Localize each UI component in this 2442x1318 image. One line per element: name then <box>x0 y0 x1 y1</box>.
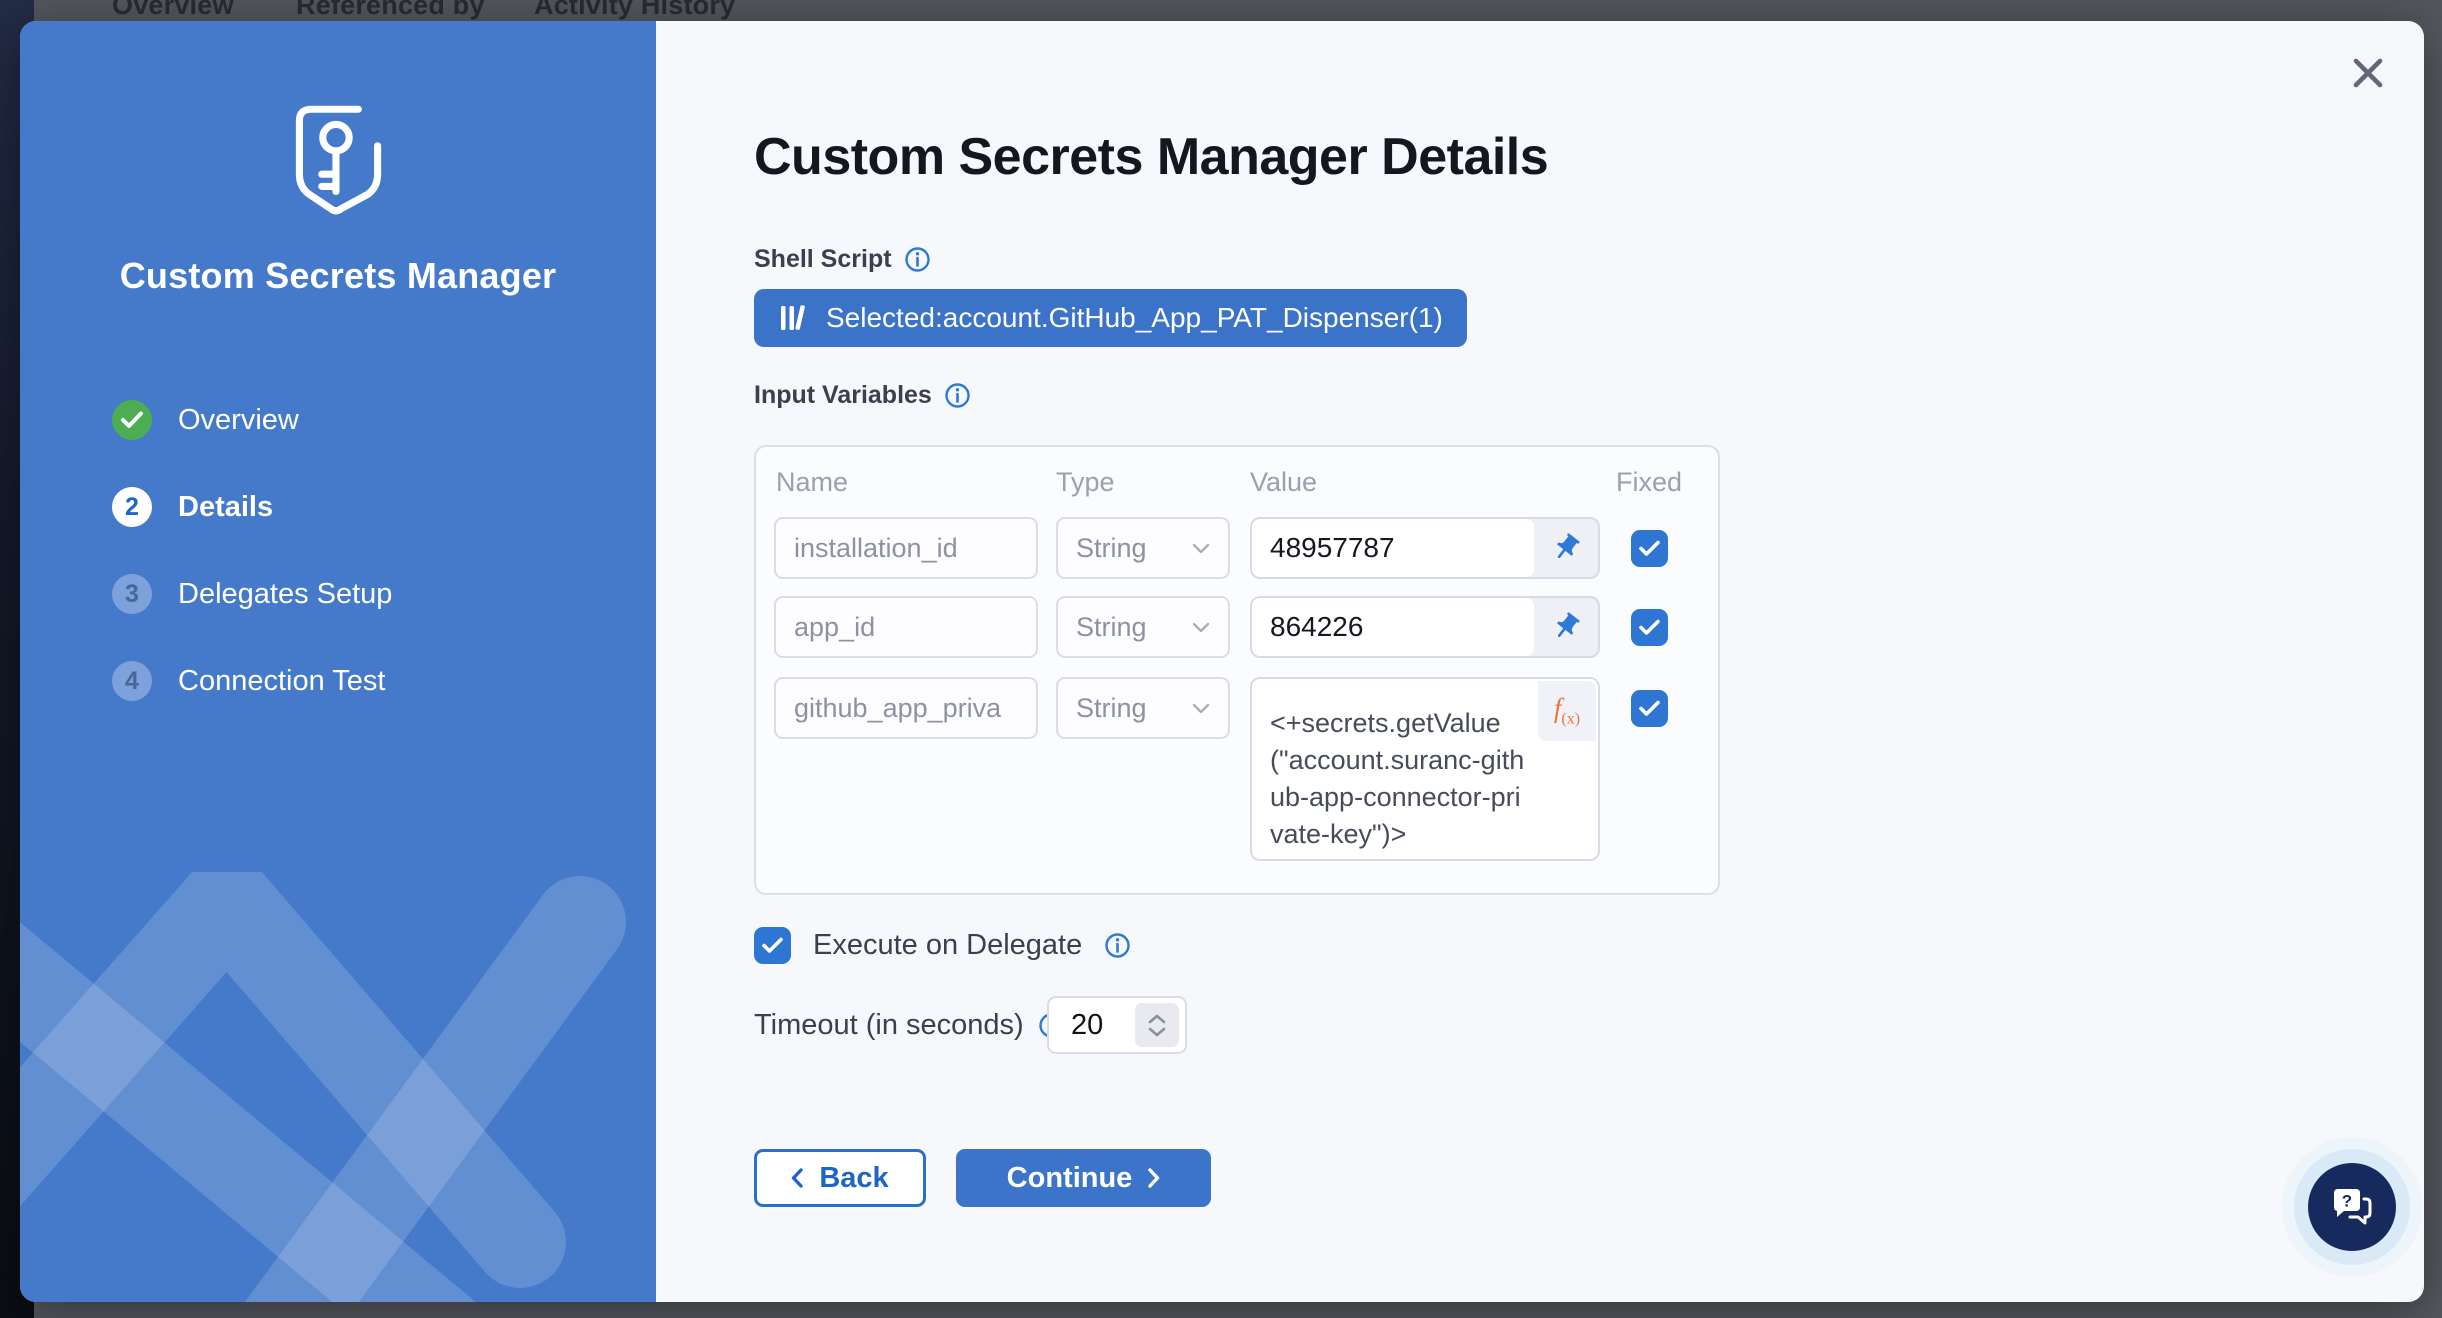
timeout-input[interactable]: 20 <box>1047 996 1187 1054</box>
info-icon <box>944 382 971 409</box>
help-chat-button[interactable]: ? <box>2308 1163 2396 1251</box>
input-variables-info-button[interactable] <box>944 382 971 409</box>
type-select-value: String <box>1076 612 1147 643</box>
background-tabstrip: Overview Referenced by Activity History <box>34 0 2442 21</box>
table-row: app_id <box>774 596 1038 658</box>
column-header-value: Value <box>1250 467 1317 498</box>
table-row: <+secrets.getValue("account.suranc-githu… <box>1250 677 1600 861</box>
checkmark-icon <box>1639 619 1660 636</box>
column-header-type: Type <box>1056 467 1115 498</box>
variable-name-input[interactable]: app_id <box>774 596 1038 658</box>
table-row <box>1606 596 1692 658</box>
wizard-steps: Overview 2 Details 3 Delegates Setup 4 C… <box>112 400 392 748</box>
shell-script-info-button[interactable] <box>904 246 931 273</box>
wizard-title: Custom Secrets Manager <box>20 255 656 297</box>
execute-on-delegate-label: Execute on Delegate <box>813 929 1082 962</box>
column-header-name: Name <box>776 467 848 498</box>
value-type-toggle[interactable] <box>1534 598 1598 656</box>
step-done-check-icon <box>112 400 152 440</box>
step-number: 4 <box>112 661 152 701</box>
table-row: 864226 <box>1250 596 1600 658</box>
checkmark-icon <box>762 937 783 954</box>
step-number: 2 <box>112 487 152 527</box>
timeout-label: Timeout (in seconds) <box>754 1009 1024 1042</box>
step-overview[interactable]: Overview <box>112 400 392 440</box>
close-button[interactable] <box>2342 47 2394 99</box>
type-select-value: String <box>1076 693 1147 724</box>
input-variables-table: Name Type Value Fixed installation_id St… <box>754 445 1720 895</box>
execute-on-delegate-checkbox[interactable] <box>754 927 791 964</box>
page-background: Overview Referenced by Activity History <box>0 0 2442 1318</box>
expression-fx-button[interactable]: f(x) <box>1538 681 1596 741</box>
continue-button-label: Continue <box>1007 1162 1133 1195</box>
chat-question-icon: ? <box>2328 1185 2376 1229</box>
table-row: 48957787 <box>1250 517 1600 579</box>
page-title: Custom Secrets Manager Details <box>754 127 1548 187</box>
chevron-right-icon <box>1148 1168 1160 1188</box>
fixed-checkbox[interactable] <box>1631 609 1668 646</box>
chevron-down-icon <box>1192 622 1210 633</box>
chevron-down-icon <box>1192 703 1210 714</box>
chevron-up-icon <box>1148 1014 1166 1024</box>
tab-overview[interactable]: Overview <box>112 0 234 21</box>
timeout-value: 20 <box>1049 1009 1135 1042</box>
execute-on-delegate-info-button[interactable] <box>1104 932 1131 959</box>
table-row <box>1606 517 1692 579</box>
pushpin-icon <box>1550 611 1582 643</box>
selected-shell-script-chip[interactable]: Selected:account.GitHub_App_PAT_Dispense… <box>754 289 1467 347</box>
table-row: String <box>1056 517 1230 579</box>
variable-type-select[interactable]: String <box>1056 517 1230 579</box>
variable-type-select[interactable]: String <box>1056 677 1230 739</box>
template-library-icon <box>778 303 808 333</box>
step-label: Delegates Setup <box>178 578 392 611</box>
fixed-checkbox[interactable] <box>1631 690 1668 727</box>
custom-secrets-manager-modal: Custom Secrets Manager Overview 2 Detail… <box>20 21 2424 1302</box>
svg-text:?: ? <box>2342 1192 2352 1211</box>
variable-value-input[interactable]: 48957787 <box>1252 519 1534 577</box>
back-button-label: Back <box>819 1162 888 1195</box>
variable-value-input[interactable]: 864226 <box>1252 598 1534 656</box>
table-row <box>1606 677 1692 739</box>
info-icon <box>904 246 931 273</box>
fx-icon: f(x) <box>1554 693 1580 728</box>
table-row: String <box>1056 596 1230 658</box>
harness-logo-watermark <box>20 872 656 1302</box>
variable-name-input[interactable]: github_app_priva <box>774 677 1038 739</box>
back-button[interactable]: Back <box>754 1149 926 1207</box>
close-icon <box>2351 56 2385 90</box>
table-row: installation_id <box>774 517 1038 579</box>
step-number: 3 <box>112 574 152 614</box>
step-details[interactable]: 2 Details <box>112 487 392 527</box>
chevron-left-icon <box>791 1168 803 1188</box>
input-variables-label: Input Variables <box>754 381 932 410</box>
variable-type-select[interactable]: String <box>1056 596 1230 658</box>
checkmark-icon <box>1639 700 1660 717</box>
selected-shell-script-text: Selected:account.GitHub_App_PAT_Dispense… <box>826 302 1443 334</box>
chevron-down-icon <box>1192 543 1210 554</box>
shell-script-label: Shell Script <box>754 245 892 274</box>
pushpin-icon <box>1550 532 1582 564</box>
table-row: github_app_priva <box>774 677 1038 739</box>
info-icon <box>1104 932 1131 959</box>
shield-key-icon <box>276 93 400 225</box>
value-type-toggle[interactable] <box>1534 519 1598 577</box>
step-delegates-setup[interactable]: 3 Delegates Setup <box>112 574 392 614</box>
table-row: String <box>1056 677 1230 739</box>
step-label: Overview <box>178 404 299 437</box>
column-header-fixed: Fixed <box>1606 467 1692 498</box>
step-label: Connection Test <box>178 665 385 698</box>
step-connection-test[interactable]: 4 Connection Test <box>112 661 392 701</box>
tab-activity-history[interactable]: Activity History <box>534 0 735 21</box>
continue-button[interactable]: Continue <box>956 1149 1211 1207</box>
type-select-value: String <box>1076 533 1147 564</box>
fixed-checkbox[interactable] <box>1631 530 1668 567</box>
wizard-sidebar: Custom Secrets Manager Overview 2 Detail… <box>20 21 656 1302</box>
tab-referenced-by[interactable]: Referenced by <box>296 0 485 21</box>
step-label: Details <box>178 491 273 524</box>
checkmark-icon <box>1639 540 1660 557</box>
variable-name-input[interactable]: installation_id <box>774 517 1038 579</box>
chevron-down-icon <box>1148 1027 1166 1037</box>
number-stepper[interactable] <box>1135 1003 1179 1047</box>
